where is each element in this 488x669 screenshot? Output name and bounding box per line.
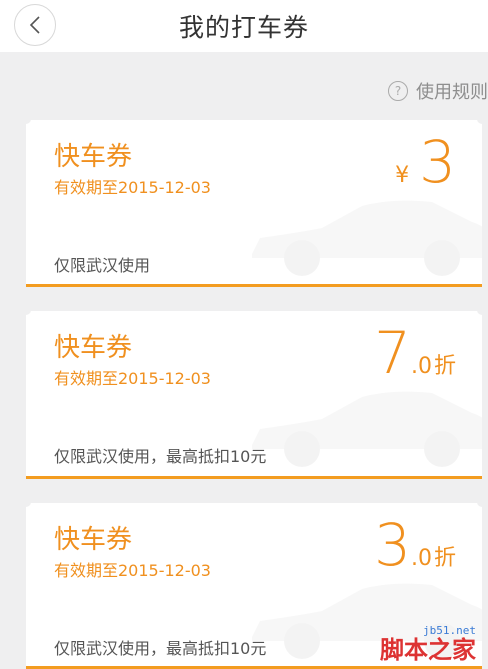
question-icon: ? (388, 81, 408, 101)
coupon-name: 快车券 (54, 142, 133, 172)
card-notch (477, 120, 482, 124)
watermark-site: jb51.net (423, 624, 476, 637)
car-watermark-icon (252, 391, 482, 467)
coupon-amount: ¥ 3 (395, 132, 456, 192)
coupon-name: 快车券 (54, 333, 133, 363)
page-title: 我的打车券 (178, 13, 309, 42)
coupon-limit: 仅限武汉使用 (54, 256, 151, 275)
currency-symbol: ¥ (395, 163, 410, 188)
card-notch (26, 311, 31, 315)
coupon-expiry: 有效期至2015-12-03 (54, 561, 211, 580)
discount-decimal: .0 (410, 354, 432, 379)
coupon-discount: 7 .0 折 (374, 323, 456, 383)
site-watermark: jb51.net 脚本之家 (380, 625, 476, 662)
coupon-limit: 仅限武汉使用，最高抵扣10元 (54, 639, 267, 658)
coupon-discount: 3 .0 折 (374, 515, 456, 575)
coupon-card[interactable]: 快车券 有效期至2015-12-03 仅限武汉使用 ¥ 3 (26, 120, 482, 287)
discount-decimal: .0 (410, 546, 432, 571)
coupon-expiry: 有效期至2015-12-03 (54, 369, 211, 388)
discount-value: 3 (374, 511, 411, 579)
card-notch (477, 503, 482, 507)
coupon-card[interactable]: 快车券 有效期至2015-12-03 仅限武汉使用，最高抵扣10元 7 .0 折 (26, 311, 482, 479)
watermark-name: 脚本之家 (380, 636, 476, 664)
coupon-card[interactable]: 快车券 有效期至2015-12-03 仅限武汉使用，最高抵扣10元 3 .0 折… (26, 503, 482, 669)
coupon-limit: 仅限武汉使用，最高抵扣10元 (54, 447, 267, 466)
coupon-expiry: 有效期至2015-12-03 (54, 178, 211, 197)
coupon-name: 快车券 (54, 525, 133, 555)
card-notch (26, 503, 31, 507)
usage-rules-label: 使用规则 (416, 82, 488, 103)
amount-value: 3 (419, 128, 456, 196)
discount-value: 7 (374, 319, 411, 387)
car-watermark-icon (252, 200, 482, 276)
top-bar: 我的打车券 (0, 0, 488, 52)
discount-unit: 折 (433, 546, 456, 571)
card-notch (477, 311, 482, 315)
discount-unit: 折 (433, 354, 456, 379)
card-notch (26, 120, 31, 124)
usage-rules-link[interactable]: ? 使用规则 (388, 78, 488, 104)
